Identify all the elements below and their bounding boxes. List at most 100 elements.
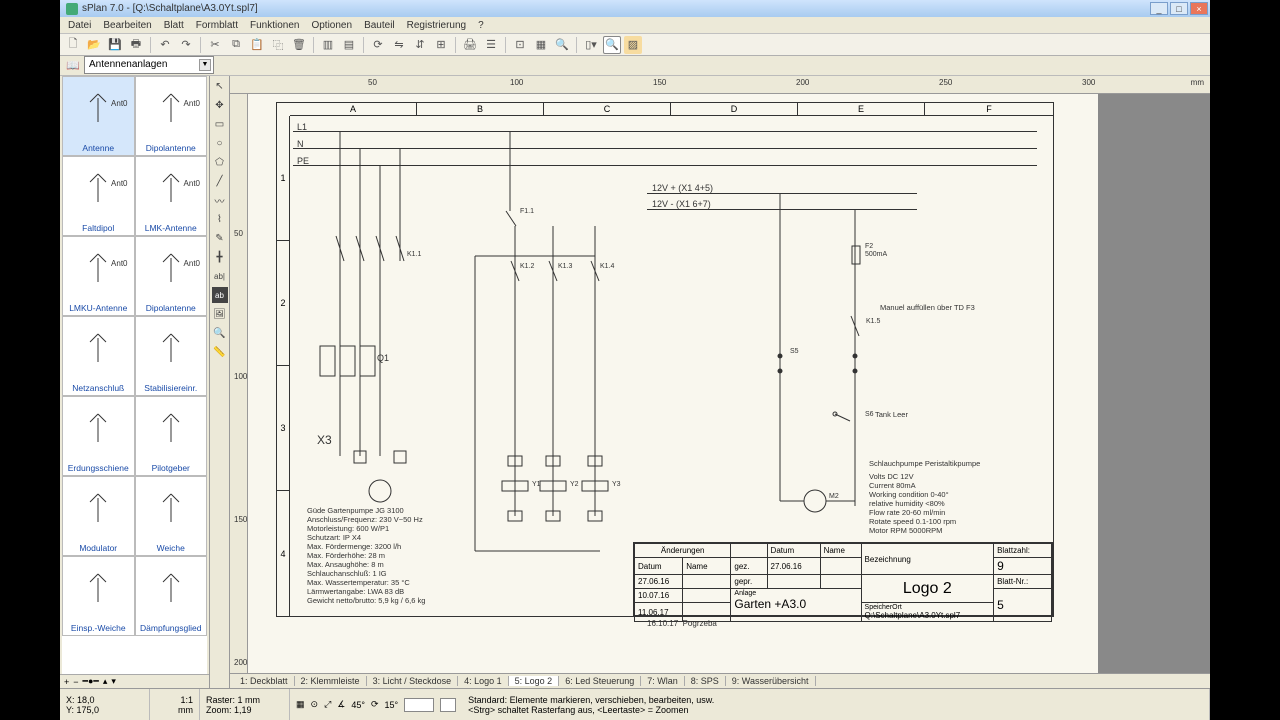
snap-toggle-icon[interactable]: ⊙ — [311, 699, 319, 710]
menu-funktionen[interactable]: Funktionen — [244, 20, 305, 31]
page-icon[interactable]: ▯▾ — [582, 36, 600, 54]
rect-icon[interactable]: ▭ — [212, 116, 228, 132]
library-panel: Ant0AntenneAnt0DipolantenneAnt0Faltdipol… — [60, 76, 210, 688]
tab-1[interactable]: 1: Deckblatt — [234, 676, 295, 686]
menu-formblatt[interactable]: Formblatt — [190, 20, 244, 31]
polyline-icon[interactable]: ⌇ — [212, 211, 228, 227]
tab-5[interactable]: 5: Logo 2 — [509, 676, 560, 686]
status-hint2: <Strg> schaltet Rasterfang aus, <Leertas… — [468, 705, 1203, 715]
library-item[interactable]: Netzanschluß — [62, 316, 135, 396]
new-icon[interactable]: 🗋 — [64, 36, 82, 54]
menu-bauteil[interactable]: Bauteil — [358, 20, 401, 31]
color-swatch[interactable] — [440, 698, 456, 712]
grid-toggle-icon[interactable]: ▦ — [296, 699, 305, 710]
image-icon[interactable]: 🖼 — [212, 306, 228, 322]
status-angle1: 45° — [351, 700, 365, 710]
library-item[interactable]: Ant0LMK-Antenne — [135, 156, 208, 236]
angle2-icon[interactable]: ⟳ — [371, 699, 379, 710]
spline-icon[interactable]: 〰 — [212, 192, 228, 208]
grid-icon[interactable]: ▦ — [532, 36, 550, 54]
search-icon[interactable]: 🔍 — [553, 36, 571, 54]
library-item[interactable]: Ant0Antenne — [62, 76, 135, 156]
linewidth-field[interactable] — [404, 698, 434, 712]
library-item[interactable]: Einsp.-Weiche — [62, 556, 135, 636]
library-item[interactable]: Weiche — [135, 476, 208, 556]
menu-blatt[interactable]: Blatt — [158, 20, 190, 31]
delete-icon[interactable]: 🗑 — [290, 36, 308, 54]
tab-6[interactable]: 6: Led Steuerung — [559, 676, 641, 686]
mirror-h-icon[interactable]: ⇋ — [390, 36, 408, 54]
library-item[interactable]: Ant0Dipolantenne — [135, 236, 208, 316]
library-item[interactable]: Dämpfungsglied — [135, 556, 208, 636]
maximize-button[interactable]: □ — [1170, 2, 1188, 15]
library-item[interactable]: Pilotgeber — [135, 396, 208, 476]
print-icon[interactable]: 🖶 — [127, 36, 145, 54]
sheet-tabs: 1: Deckblatt 2: Klemmleiste 3: Licht / S… — [230, 673, 1210, 688]
text-box-icon[interactable]: ab — [212, 287, 228, 303]
tab-9[interactable]: 9: Wasserübersicht — [726, 676, 816, 686]
pointer-icon[interactable]: ↖ — [212, 78, 228, 94]
cut-icon[interactable]: ✂ — [206, 36, 224, 54]
redo-icon[interactable]: ↷ — [177, 36, 195, 54]
lib-slider-icon[interactable]: ━●━ — [83, 676, 99, 687]
horizontal-ruler: 50 100 150 200 250 300 mm — [230, 76, 1210, 94]
tab-7[interactable]: 7: Wlan — [641, 676, 685, 686]
tab-8[interactable]: 8: SPS — [685, 676, 726, 686]
status-x: X: 18,0 — [66, 695, 143, 705]
lib-remove-icon[interactable]: − — [73, 677, 78, 687]
library-item[interactable]: Modulator — [62, 476, 135, 556]
menu-bearbeiten[interactable]: Bearbeiten — [97, 20, 157, 31]
snap-icon[interactable]: ⊡ — [511, 36, 529, 54]
open-icon[interactable]: 📂 — [85, 36, 103, 54]
library-item[interactable]: Ant0Faltdipol — [62, 156, 135, 236]
menu-datei[interactable]: Datei — [62, 20, 97, 31]
library-item[interactable]: Ant0Dipolantenne — [135, 76, 208, 156]
duplicate-icon[interactable]: ⿻ — [269, 36, 287, 54]
canvas-area: 50 100 150 200 250 300 mm 50 100 150 200 — [230, 76, 1210, 688]
tab-4[interactable]: 4: Logo 1 — [458, 676, 509, 686]
freehand-icon[interactable]: ✎ — [212, 230, 228, 246]
lib-down-icon[interactable]: ▾ — [111, 676, 116, 687]
copy-icon[interactable]: ⧉ — [227, 36, 245, 54]
lib-up-icon[interactable]: ▴ — [103, 676, 108, 687]
undo-icon[interactable]: ↶ — [156, 36, 174, 54]
main-toolbar: 🗋 📂 💾 🖶 ↶ ↷ ✂ ⧉ 📋 ⿻ 🗑 ▥ ▤ ⟳ ⇋ ⇵ ⊞ 🖨 ☰ ⊡ … — [60, 34, 1210, 56]
library-item[interactable]: Ant0LMKU-Antenne — [62, 236, 135, 316]
highlight-icon[interactable]: ▨ — [624, 36, 642, 54]
front-icon[interactable]: ▥ — [319, 36, 337, 54]
tab-3[interactable]: 3: Licht / Steckdose — [367, 676, 459, 686]
lib-book-icon[interactable]: 📖 — [64, 57, 82, 75]
library-footer: + − ━●━ ▴ ▾ — [60, 674, 209, 688]
text-icon[interactable]: ab| — [212, 268, 228, 284]
menu-optionen[interactable]: Optionen — [305, 20, 358, 31]
node-icon[interactable]: ╋ — [212, 249, 228, 265]
back-icon[interactable]: ▤ — [340, 36, 358, 54]
drawing-toolbar: ↖ ✥ ▭ ○ ⬠ ╱ 〰 ⌇ ✎ ╋ ab| ab 🖼 🔍 📏 — [210, 76, 230, 688]
zoom-icon[interactable]: 🔍 — [212, 325, 228, 341]
angle-lock-icon[interactable]: ⤢ — [324, 699, 331, 710]
lib-add-icon[interactable]: + — [64, 677, 69, 687]
library-item[interactable]: Erdungsschiene — [62, 396, 135, 476]
rotate-icon[interactable]: ⟳ — [369, 36, 387, 54]
hand-icon[interactable]: ✥ — [212, 97, 228, 113]
layers-icon[interactable]: ☰ — [482, 36, 500, 54]
save-icon[interactable]: 💾 — [106, 36, 124, 54]
angle1-icon[interactable]: ∡ — [337, 699, 345, 710]
poly-icon[interactable]: ⬠ — [212, 154, 228, 170]
mirror-v-icon[interactable]: ⇵ — [411, 36, 429, 54]
group-icon[interactable]: ⊞ — [432, 36, 450, 54]
menu-registrierung[interactable]: Registrierung — [401, 20, 472, 31]
minimize-button[interactable]: _ — [1150, 2, 1168, 15]
paste-icon[interactable]: 📋 — [248, 36, 266, 54]
library-dropdown[interactable]: Antennenanlagen ▼ — [84, 56, 214, 74]
tab-2[interactable]: 2: Klemmleiste — [295, 676, 367, 686]
line-icon[interactable]: ╱ — [212, 173, 228, 189]
close-button[interactable]: × — [1190, 2, 1208, 15]
circle-icon[interactable]: ○ — [212, 135, 228, 151]
library-item[interactable]: Stabilisiereinr. — [135, 316, 208, 396]
print2-icon[interactable]: 🖨 — [461, 36, 479, 54]
zoom-fit-icon[interactable]: 🔍 — [603, 36, 621, 54]
measure-icon[interactable]: 📏 — [212, 344, 228, 360]
drawing-canvas[interactable]: A B C D E F 1 2 3 4 — [248, 94, 1210, 673]
menu-help[interactable]: ? — [472, 20, 490, 31]
